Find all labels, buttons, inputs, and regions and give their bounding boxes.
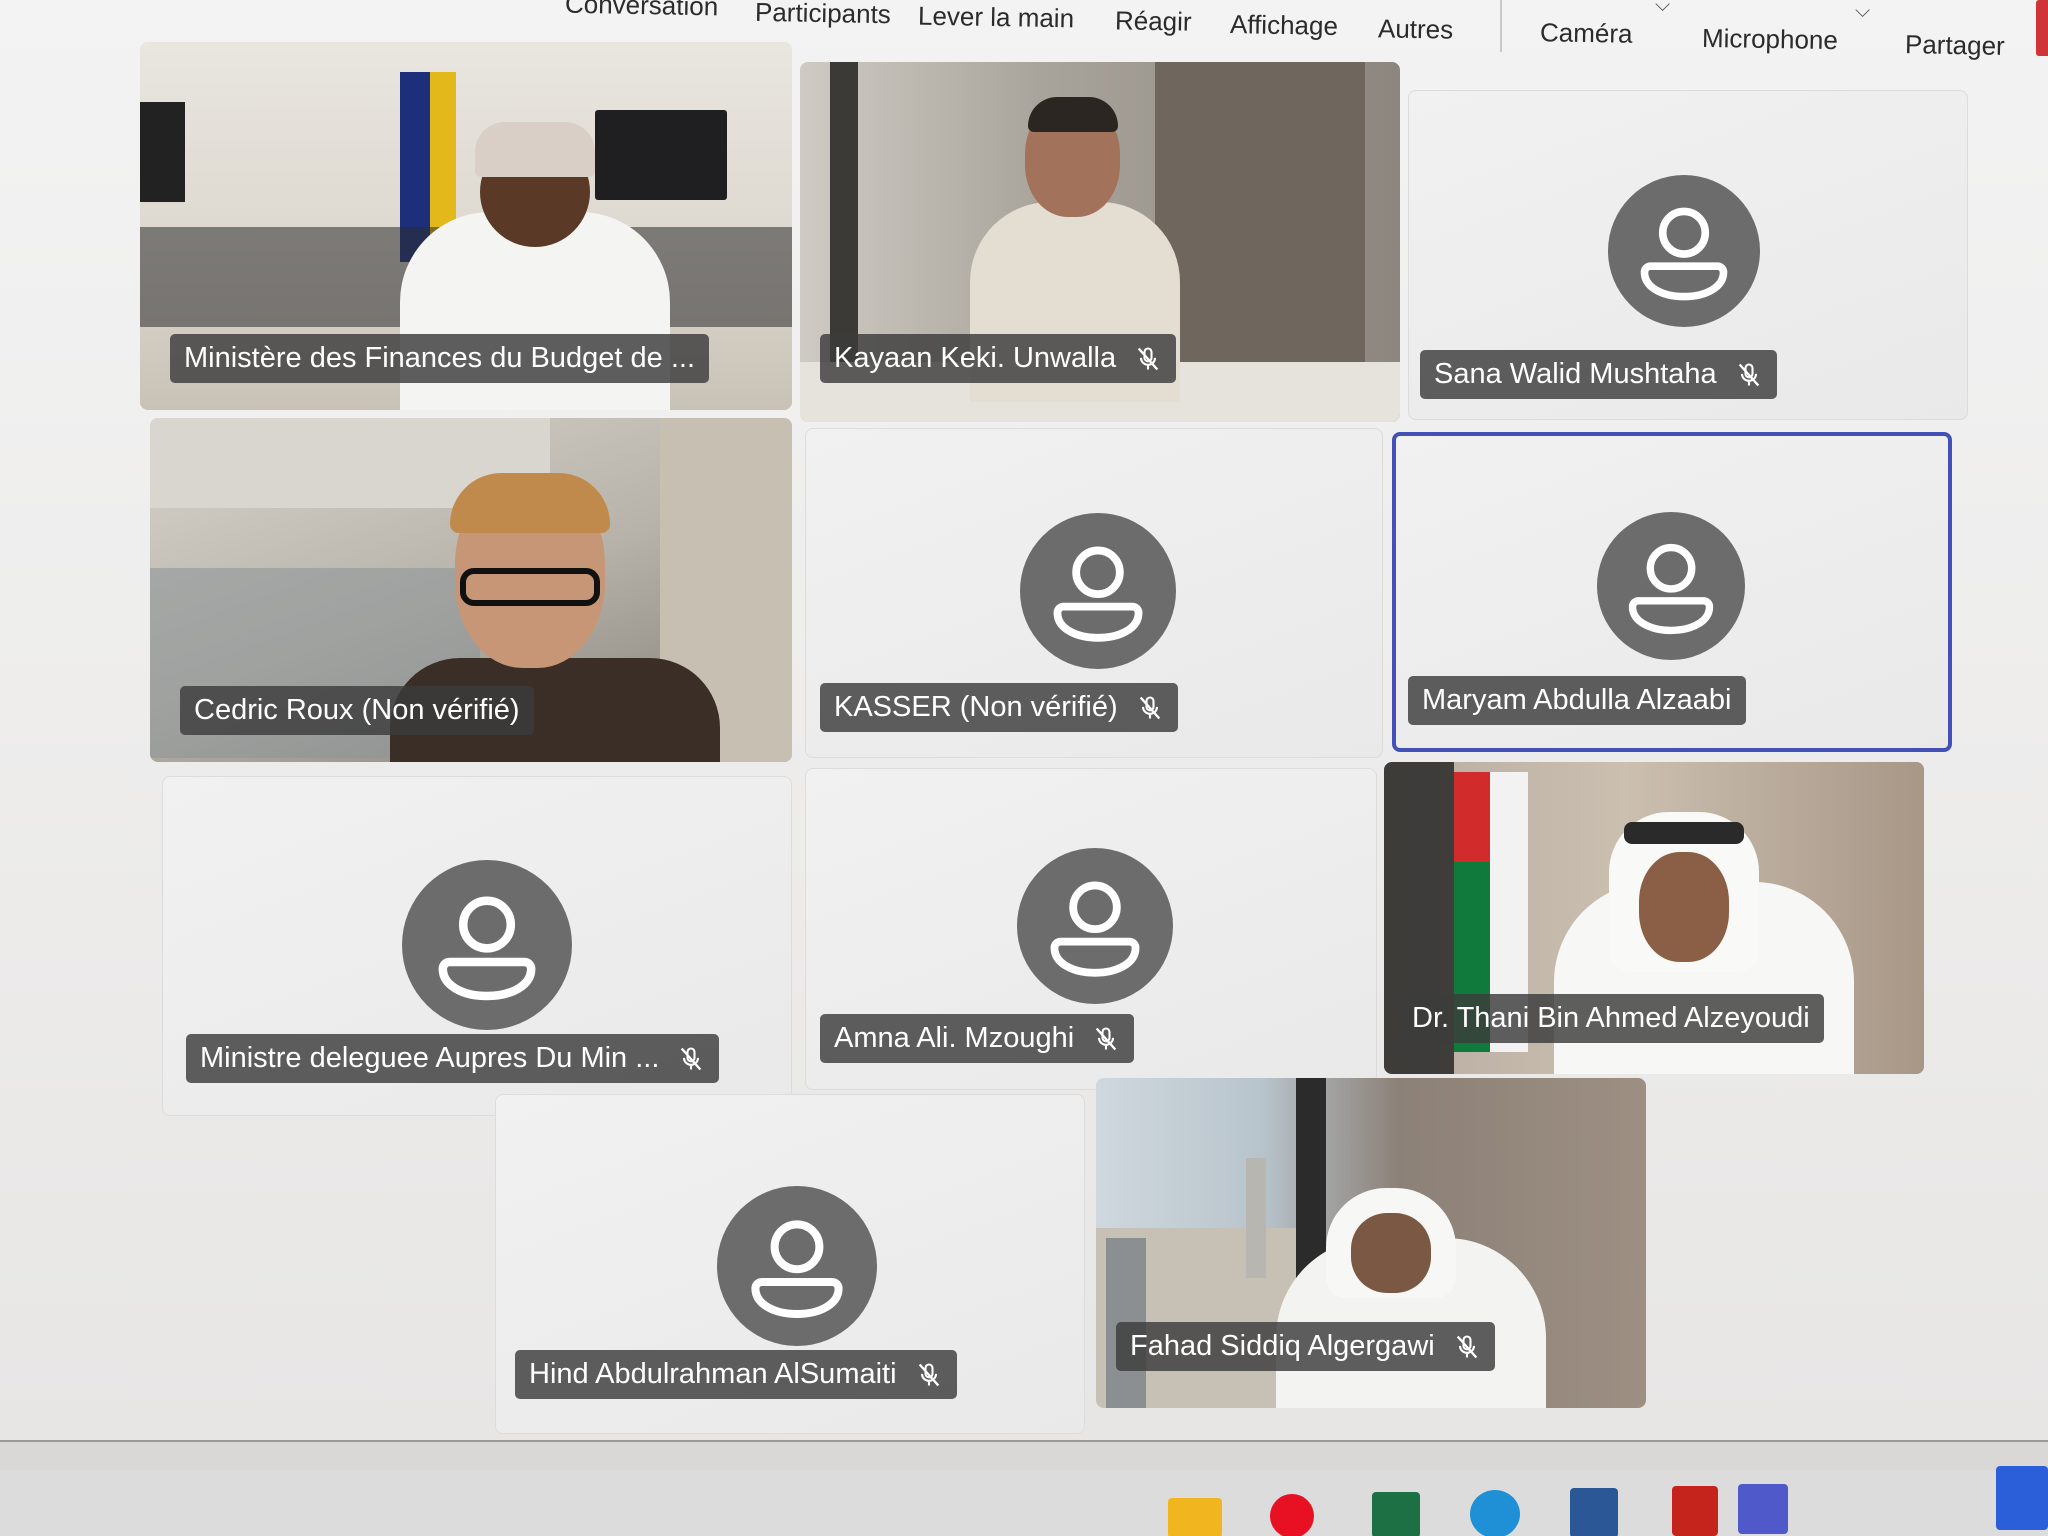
- participant-name-tag: Fahad Siddiq Algergawi: [1116, 1322, 1495, 1371]
- participant-name: Dr. Thani Bin Ahmed Alzeyoudi: [1412, 1002, 1810, 1034]
- participant-name-tag: Cedric Roux (Non vérifié): [180, 686, 534, 735]
- participant-name: Ministère des Finances du Budget de ...: [184, 342, 696, 374]
- person-icon: [402, 860, 572, 1030]
- participant-tile[interactable]: Kayaan Keki. Unwalla: [800, 62, 1400, 422]
- chevron-down-icon[interactable]: ⌵: [1655, 0, 1670, 17]
- participant-name: Hind Abdulrahman AlSumaiti: [529, 1358, 897, 1390]
- windows-taskbar: [0, 1440, 2048, 1536]
- react-button[interactable]: Réagir: [1115, 5, 1192, 37]
- person-icon: [1020, 513, 1176, 669]
- edge-icon[interactable]: [1470, 1490, 1520, 1536]
- person-icon: [1017, 848, 1173, 1004]
- participant-name: Amna Ali. Mzoughi: [834, 1022, 1075, 1054]
- status-bar: [0, 1440, 2048, 1470]
- participant-name: Ministre deleguee Aupres Du Min ...: [200, 1042, 660, 1074]
- participant-tile[interactable]: Ministre deleguee Aupres Du Min ...: [162, 776, 792, 1116]
- participant-tile[interactable]: Hind Abdulrahman AlSumaiti: [495, 1094, 1085, 1434]
- leave-button[interactable]: [2036, 0, 2048, 56]
- participant-tile[interactable]: Fahad Siddiq Algergawi: [1096, 1078, 1646, 1408]
- participant-tile[interactable]: Sana Walid Mushtaha: [1408, 90, 1968, 420]
- mute-icon: [1095, 1026, 1117, 1050]
- view-button[interactable]: Affichage: [1230, 9, 1338, 42]
- raise-hand-button[interactable]: Lever la main: [918, 1, 1075, 35]
- more-button[interactable]: Autres: [1378, 13, 1454, 45]
- acrobat-icon[interactable]: [1672, 1486, 1718, 1536]
- participant-name-tag: Maryam Abdulla Alzaabi: [1408, 676, 1746, 725]
- participant-name: KASSER (Non vérifié): [834, 691, 1118, 723]
- participant-tile[interactable]: Amna Ali. Mzoughi: [805, 768, 1377, 1090]
- mute-icon: [681, 1046, 702, 1070]
- chevron-down-icon[interactable]: ⌵: [1855, 0, 1870, 23]
- excel-icon[interactable]: [1372, 1492, 1420, 1536]
- participant-name-tag: Sana Walid Mushtaha: [1420, 350, 1777, 399]
- participant-name-tag: Hind Abdulrahman AlSumaiti: [515, 1350, 957, 1399]
- participant-name: Kayaan Keki. Unwalla: [834, 342, 1117, 374]
- mute-icon: [918, 1362, 939, 1386]
- conversation-button[interactable]: Conversation: [565, 0, 719, 22]
- mute-icon: [1139, 695, 1160, 719]
- mute-icon: [1456, 1334, 1477, 1358]
- participant-tile[interactable]: Cedric Roux (Non vérifié): [150, 418, 792, 762]
- participant-tile-active-speaker[interactable]: Maryam Abdulla Alzaabi: [1392, 432, 1952, 752]
- opera-icon[interactable]: [1270, 1494, 1314, 1536]
- person-icon: [1608, 175, 1760, 327]
- participant-tile-active-speaker[interactable]: Dr. Thani Bin Ahmed Alzeyoudi: [1384, 762, 1924, 1074]
- mute-icon: [1738, 362, 1759, 386]
- file-explorer-icon[interactable]: [1168, 1498, 1222, 1536]
- participant-name-tag: KASSER (Non vérifié): [820, 683, 1178, 732]
- participant-name: Fahad Siddiq Algergawi: [1130, 1330, 1435, 1362]
- participant-name-tag: Dr. Thani Bin Ahmed Alzeyoudi: [1398, 994, 1824, 1043]
- share-button[interactable]: Partager: [1905, 29, 2005, 62]
- person-icon: [1597, 512, 1745, 660]
- word-icon[interactable]: [1570, 1488, 1618, 1536]
- participant-tile[interactable]: Ministère des Finances du Budget de ...: [140, 42, 792, 410]
- participant-name-tag: Ministère des Finances du Budget de ...: [170, 334, 710, 383]
- mute-icon: [1137, 346, 1159, 370]
- participant-name-tag: Amna Ali. Mzoughi: [820, 1014, 1135, 1063]
- teams-icon[interactable]: [1738, 1484, 1788, 1534]
- participant-name-tag: Kayaan Keki. Unwalla: [820, 334, 1177, 383]
- participant-name-tag: Ministre deleguee Aupres Du Min ...: [186, 1034, 720, 1083]
- participant-name: Sana Walid Mushtaha: [1434, 358, 1717, 390]
- participant-name: Cedric Roux (Non vérifié): [194, 694, 520, 726]
- participant-name: Maryam Abdulla Alzaabi: [1422, 684, 1732, 716]
- microphone-tray-icon[interactable]: [1996, 1466, 2048, 1530]
- camera-button[interactable]: Caméra: [1540, 17, 1633, 50]
- microphone-button[interactable]: Microphone: [1702, 23, 1838, 56]
- meeting-window: Conversation Participants Lever la main …: [0, 0, 2048, 1536]
- toolbar-divider: [1500, 0, 1502, 52]
- participant-tile[interactable]: KASSER (Non vérifié): [805, 428, 1383, 758]
- participants-button[interactable]: Participants: [755, 0, 891, 30]
- person-icon: [717, 1186, 877, 1346]
